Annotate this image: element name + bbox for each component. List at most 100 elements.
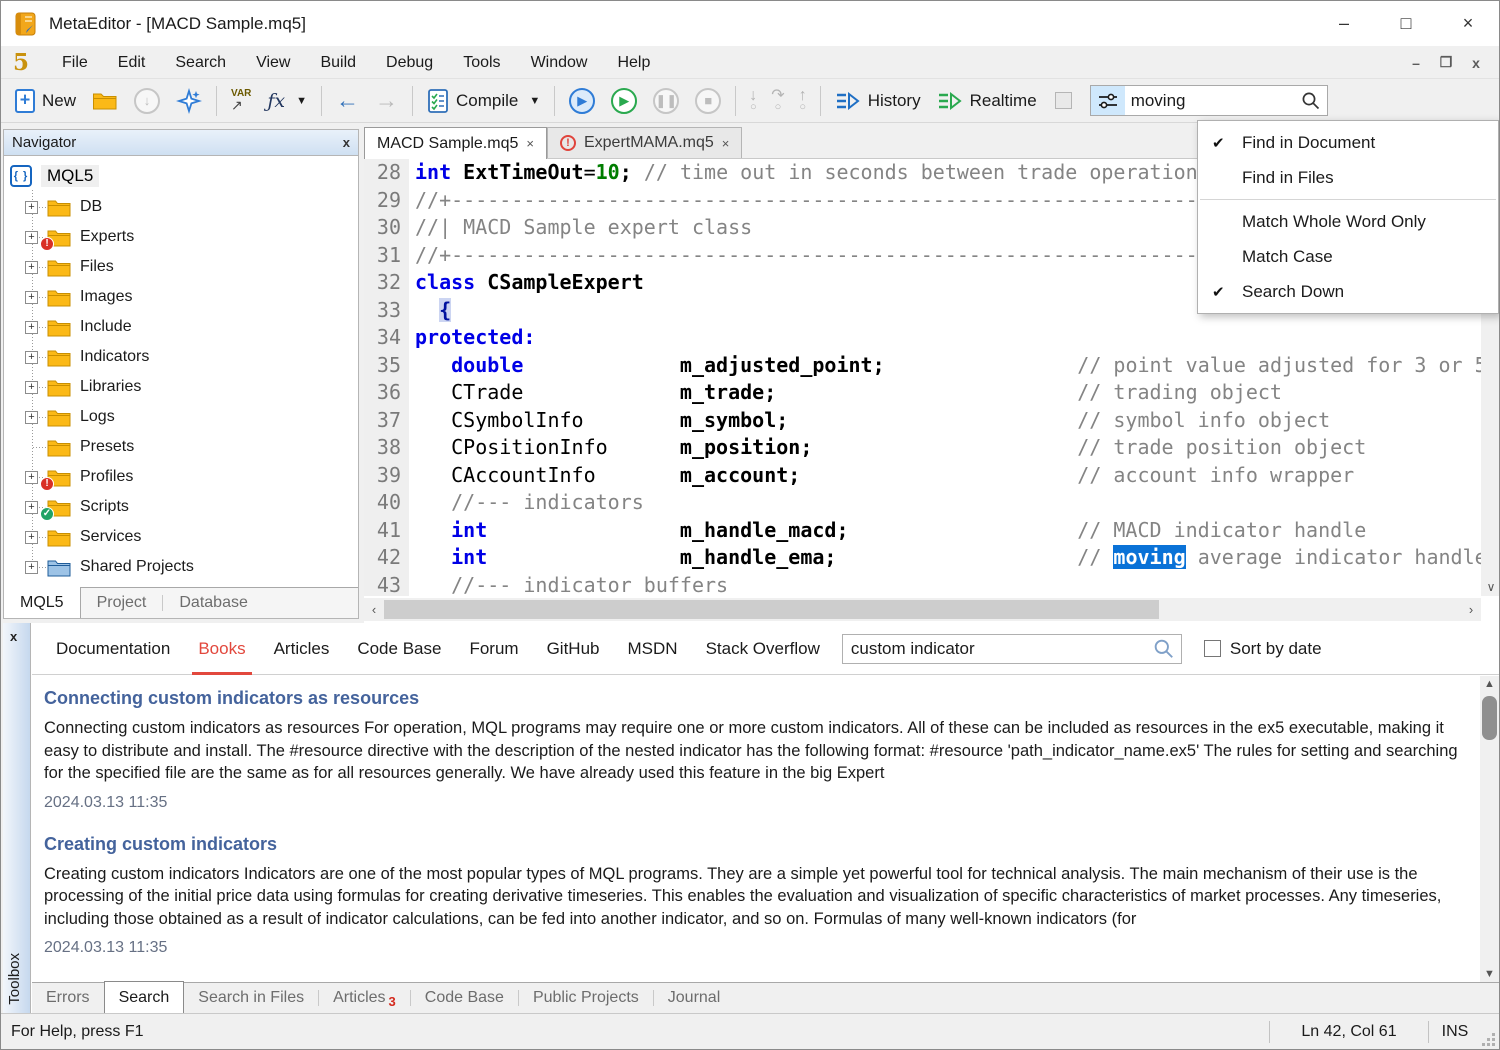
menu-search[interactable]: Search [160,46,241,79]
toolbox-tab-forum[interactable]: Forum [455,623,532,675]
sort-by-date-control[interactable]: Sort by date [1204,639,1322,659]
restart-debug-button[interactable]: ▶ [561,83,603,119]
bottom-tab-code-base[interactable]: Code Base [411,983,518,1013]
toolbar-checkbox[interactable] [1055,92,1072,109]
toolbox-tab-stack-overflow[interactable]: Stack Overflow [692,623,834,675]
toolbox-search-input[interactable] [843,639,1153,659]
tree-item-profiles[interactable]: +!Profiles [4,462,358,492]
expand-icon[interactable]: + [25,531,38,544]
step-over-button[interactable]: ↷○ [764,90,791,112]
tree-item-presets[interactable]: Presets [4,432,358,462]
menu-item-find-in-files[interactable]: Find in Files [1198,160,1498,195]
toolbox-tab-msdn[interactable]: MSDN [614,623,692,675]
editor-tab-expertmama-mq5[interactable]: !ExpertMAMA.mq5× [547,127,742,158]
tree-item-scripts[interactable]: +✓Scripts [4,492,358,522]
expand-icon[interactable]: + [25,501,38,514]
menu-window[interactable]: Window [516,46,603,79]
navigate-forward-button[interactable]: → [367,83,406,119]
search-icon[interactable] [1153,638,1175,660]
stop-debug-button[interactable]: ■ [687,83,729,119]
bottom-tab-search-in-files[interactable]: Search in Files [184,983,318,1013]
realtime-button[interactable]: Realtime [929,83,1045,119]
expand-icon[interactable]: + [25,471,38,484]
open-folder-button[interactable] [84,83,126,119]
sort-by-date-checkbox[interactable] [1204,640,1221,657]
tree-root-mql5[interactable]: { } MQL5 [4,160,358,192]
navigator-tab-database[interactable]: Database [163,588,264,618]
tree-item-indicators[interactable]: +Indicators [4,342,358,372]
editor-tab-macd sample-mq5[interactable]: MACD Sample.mq5× [364,127,547,159]
menu-edit[interactable]: Edit [103,46,161,79]
pause-debug-button[interactable]: ❚❚ [645,83,687,119]
expand-icon[interactable]: + [25,321,38,334]
menu-build[interactable]: Build [305,46,371,79]
scroll-down-icon[interactable]: ▼ [1480,968,1499,980]
bottom-tab-journal[interactable]: Journal [654,983,734,1013]
toolbox-tab-books[interactable]: Books [184,623,259,675]
toolbox-scrollbar[interactable]: ▲ ▼ [1480,676,1499,982]
toolbox-tab-documentation[interactable]: Documentation [42,623,184,675]
expand-icon[interactable]: + [25,381,38,394]
menu-item-match-whole-word-only[interactable]: Match Whole Word Only [1198,204,1498,239]
editor-horizontal-scrollbar[interactable]: ‹ › [364,598,1481,621]
tree-item-logs[interactable]: +Logs [4,402,358,432]
scroll-right-icon[interactable]: › [1461,602,1481,617]
toolbox-close-icon[interactable]: x [10,629,17,644]
menu-file[interactable]: File [47,46,103,79]
scroll-left-icon[interactable]: ‹ [364,602,384,617]
resize-grip[interactable] [1481,1032,1495,1046]
expand-icon[interactable]: + [25,261,38,274]
menu-view[interactable]: View [241,46,305,79]
toolbox-tab-code-base[interactable]: Code Base [343,623,455,675]
goto-definition-button[interactable]: VAR ↗ [223,83,259,119]
bottom-tab-public-projects[interactable]: Public Projects [519,983,653,1013]
step-out-button[interactable]: ↑○ [792,90,814,112]
expand-icon[interactable]: + [25,291,38,304]
history-button[interactable]: History [827,83,929,119]
tree-item-images[interactable]: +Images [4,282,358,312]
scrollbar-thumb[interactable] [1482,696,1497,740]
bottom-tab-articles[interactable]: Articles3 [319,983,410,1013]
result-title[interactable]: Creating custom indicators [44,834,1479,855]
close-icon[interactable]: × [1437,1,1499,46]
scroll-up-icon[interactable]: ▲ [1480,678,1499,690]
scrollbar-thumb[interactable] [384,600,1159,619]
expand-icon[interactable]: + [25,411,38,424]
bottom-tab-errors[interactable]: Errors [32,983,104,1013]
compile-button[interactable]: Compile ▼ [419,83,548,119]
scroll-down-icon[interactable]: ∨ [1481,580,1500,594]
tree-item-shared-projects[interactable]: +Shared Projects [4,552,358,582]
get-from-storage-button[interactable]: ↓ [126,83,168,119]
close-tab-icon[interactable]: × [722,136,730,151]
search-input[interactable] [1125,91,1301,111]
navigator-tab-mql5[interactable]: MQL5 [4,587,81,618]
toolbox-tab-articles[interactable]: Articles [260,623,344,675]
search-result-item[interactable]: Creating custom indicatorsCreating custo… [44,834,1479,958]
tree-item-services[interactable]: +Services [4,522,358,552]
copilot-button[interactable] [168,83,210,119]
expand-icon[interactable]: + [25,561,38,574]
start-debug-button[interactable]: ▶ [603,83,645,119]
maximize-icon[interactable]: □ [1375,1,1437,46]
menu-item-find-in-document[interactable]: ✔Find in Document [1198,125,1498,160]
toolbox-tab-github[interactable]: GitHub [533,623,614,675]
navigate-back-button[interactable]: ← [328,83,367,119]
menu-debug[interactable]: Debug [371,46,448,79]
expand-icon[interactable]: + [25,351,38,364]
mdi-close-icon[interactable]: x [1461,55,1491,71]
search-result-item[interactable]: Connecting custom indicators as resource… [44,688,1479,812]
close-tab-icon[interactable]: × [526,136,534,151]
function-list-button[interactable]: ƒx ▼ [259,83,315,119]
expand-icon[interactable]: + [25,231,38,244]
navigator-tab-project[interactable]: Project [81,588,163,618]
mdi-minimize-icon[interactable]: – [1401,55,1431,71]
search-icon[interactable] [1301,91,1321,111]
tree-item-db[interactable]: +DB [4,192,358,222]
tree-item-files[interactable]: +Files [4,252,358,282]
tree-item-include[interactable]: +Include [4,312,358,342]
bottom-tab-search[interactable]: Search [104,981,185,1013]
menu-item-match-case[interactable]: Match Case [1198,239,1498,274]
search-options-button[interactable] [1091,86,1125,115]
navigator-close-icon[interactable]: x [343,135,350,150]
tree-item-libraries[interactable]: +Libraries [4,372,358,402]
